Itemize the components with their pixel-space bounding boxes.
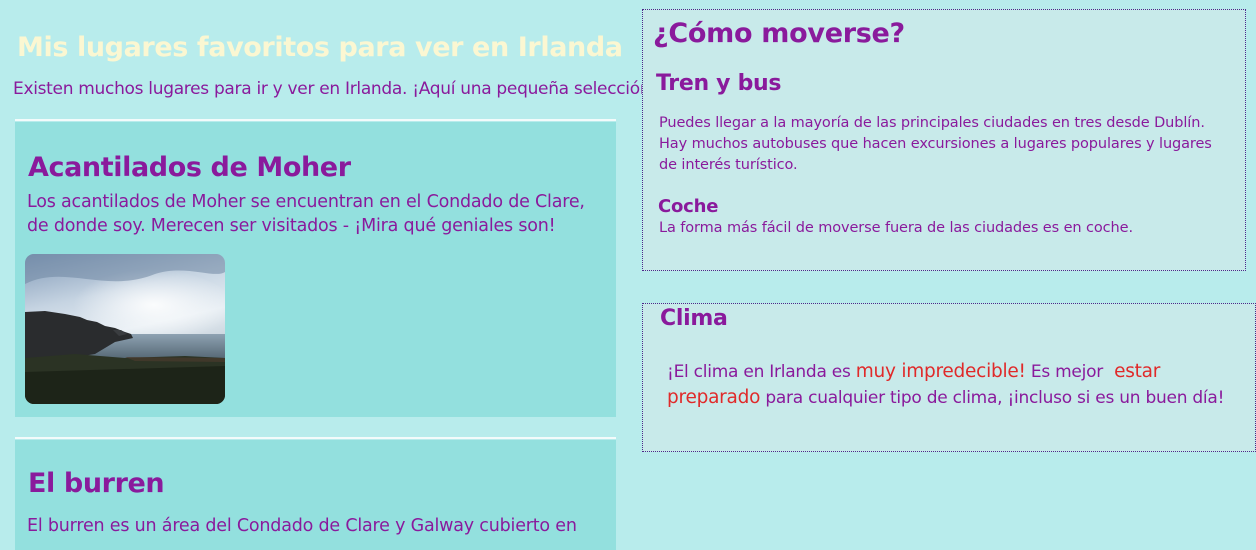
- train-bus-text: Puedes llegar a la mayoría de las princi…: [659, 113, 1234, 176]
- divider: [15, 437, 616, 439]
- intro-text: Existen muchos lugares para ir y ver en …: [13, 79, 657, 99]
- weather-text-b: Es mejor: [1025, 362, 1109, 382]
- cliffs-photo: [25, 254, 225, 404]
- train-bus-line-1: Puedes llegar a la mayoría de las princi…: [659, 115, 1205, 131]
- weather-text: ¡El clima en Irlanda es muy impredecible…: [667, 359, 1242, 411]
- car-title: Coche: [658, 196, 719, 217]
- transport-box: ¿Cómo moverse? Tren y bus Puedes llegar …: [642, 9, 1246, 271]
- weather-text-c: para cualquier tipo de clima, ¡incluso s…: [760, 388, 1225, 408]
- place-card-moher: Acantilados de Moher Los acantilados de …: [15, 122, 616, 417]
- weather-box: Clima ¡El clima en Irlanda es muy impred…: [642, 303, 1256, 452]
- weather-text-a: ¡El clima en Irlanda es: [667, 362, 856, 382]
- train-bus-title: Tren y bus: [656, 71, 782, 96]
- place-description: Los acantilados de Moher se encuentran e…: [27, 192, 585, 236]
- place-title: Acantilados de Moher: [28, 152, 351, 183]
- place-description: El burren es un área del Condado de Clar…: [27, 516, 577, 536]
- main-column: Mis lugares favoritos para ver en Irland…: [0, 0, 657, 550]
- page-title: Mis lugares favoritos para ver en Irland…: [17, 32, 623, 63]
- transport-title: ¿Cómo moverse?: [653, 18, 905, 49]
- place-title: El burren: [28, 468, 165, 499]
- weather-title: Clima: [660, 306, 728, 331]
- place-card-burren: El burren El burren es un área del Conda…: [15, 440, 616, 550]
- weather-highlight-unpredictable: muy impredecible!: [855, 361, 1026, 382]
- car-text: La forma más fácil de moverse fuera de l…: [659, 220, 1133, 236]
- divider: [15, 119, 616, 121]
- train-bus-line-2: Hay muchos autobuses que hacen excursion…: [659, 136, 1212, 173]
